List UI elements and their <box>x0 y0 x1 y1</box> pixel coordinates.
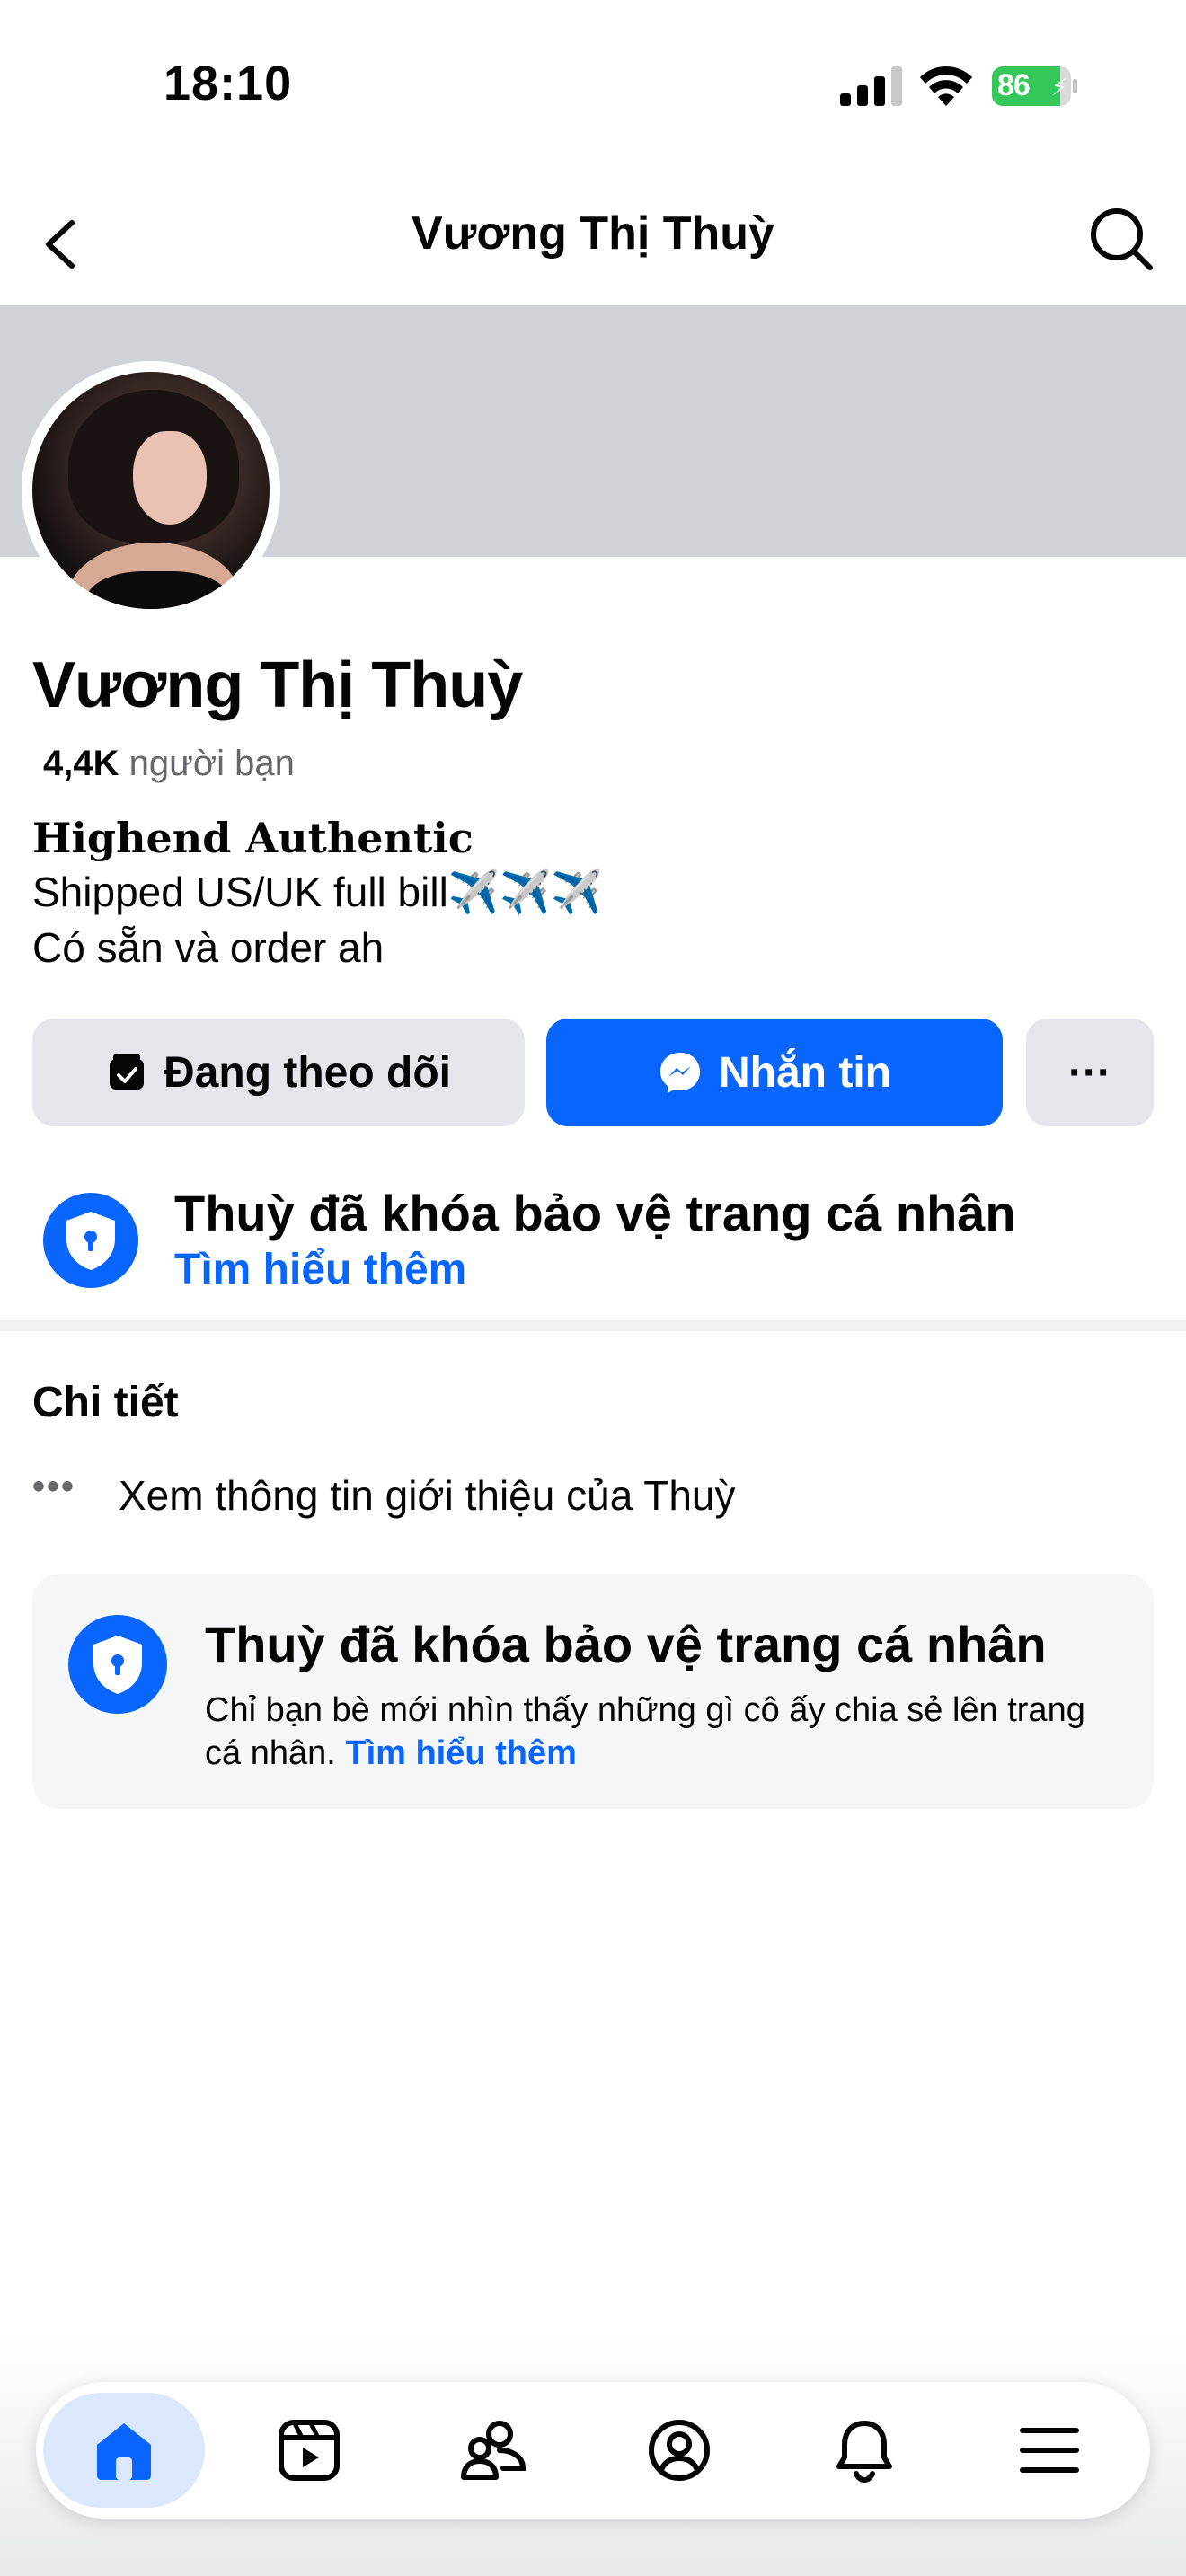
tab-notifications[interactable] <box>783 2393 945 2508</box>
wifi-icon <box>920 66 972 106</box>
tab-profile[interactable] <box>598 2393 760 2508</box>
tab-menu[interactable] <box>969 2393 1130 2508</box>
message-button[interactable]: Nhắn tin <box>546 1019 1003 1126</box>
profile-icon <box>649 2420 710 2481</box>
nav-bar: Vương Thị Thuỳ <box>0 171 1186 305</box>
home-icon <box>97 2423 151 2480</box>
menu-icon <box>1020 2428 1079 2473</box>
page-title: Vương Thị Thuỳ <box>412 207 774 260</box>
bio-title: 𝐇𝐢𝐠𝐡𝐞𝐧𝐝 𝐀𝐮𝐭𝐡𝐞𝐧𝐭𝐢𝐜 <box>32 814 474 862</box>
tab-friends[interactable] <box>413 2393 575 2508</box>
video-icon <box>279 2420 340 2481</box>
details-heading: Chi tiết <box>32 1379 179 1426</box>
bio-line-2: Có sẵn và order ah <box>32 924 385 971</box>
battery-level: 86 <box>997 68 1031 102</box>
learn-more-link[interactable]: Tìm hiểu thêm <box>345 1734 577 1772</box>
battery-icon: 86 ⚡ <box>992 66 1077 106</box>
status-time: 18:10 <box>164 57 293 110</box>
more-options-button[interactable]: ··· <box>1026 1019 1154 1126</box>
tab-home[interactable] <box>43 2393 205 2508</box>
status-bar: 18:10 86 ⚡ <box>0 0 1186 171</box>
cellular-signal-icon <box>840 66 902 106</box>
following-check-icon <box>110 1054 145 1090</box>
bio-line-1: Shipped US/UK full bill✈️✈️✈️ <box>32 868 603 917</box>
about-info-row[interactable]: ••• Xem thông tin giới thiệu của Thuỳ <box>32 1464 1154 1527</box>
profile-name: Vương Thị Thuỳ <box>32 649 523 721</box>
about-info-label: Xem thông tin giới thiệu của Thuỳ <box>119 1472 736 1519</box>
following-button[interactable]: Đang theo dõi <box>32 1019 525 1126</box>
lock-card-text: Chỉ bạn bè mới nhìn thấy những gì cô ấy … <box>205 1689 1103 1775</box>
tab-video[interactable] <box>228 2393 390 2508</box>
friends-count[interactable]: 4,4K người bạn <box>43 744 295 784</box>
shield-icon <box>43 1193 138 1288</box>
tab-bar <box>36 2382 1150 2519</box>
friends-label: người bạn <box>128 744 295 783</box>
message-button-label: Nhắn tin <box>719 1048 891 1097</box>
more-dots-icon: ··· <box>1068 1048 1111 1097</box>
profile-lock-card: Thuỳ đã khóa bảo vệ trang cá nhân Chỉ bạ… <box>32 1574 1154 1809</box>
search-icon[interactable] <box>1085 203 1157 275</box>
friends-count-value: 4,4K <box>43 744 119 783</box>
learn-more-link[interactable]: Tìm hiểu thêm <box>174 1245 466 1294</box>
bell-icon <box>836 2421 892 2483</box>
airplane-emoji: ✈️✈️✈️ <box>447 869 603 915</box>
lock-card-description: Chỉ bạn bè mới nhìn thấy những gì cô ấy … <box>205 1691 1085 1772</box>
following-button-label: Đang theo dõi <box>164 1048 451 1097</box>
shield-icon <box>68 1615 167 1714</box>
profile-lock-notice: Thuỳ đã khóa bảo vệ trang cá nhân Tìm hi… <box>0 1168 1186 1319</box>
bio-line-1-text: Shipped US/UK full bill <box>32 869 448 915</box>
avatar[interactable] <box>32 372 270 609</box>
messenger-icon <box>660 1053 700 1093</box>
section-divider <box>0 1320 1186 1331</box>
more-dots-icon: ••• <box>32 1466 76 1506</box>
friends-icon <box>461 2421 527 2480</box>
lock-card-title: Thuỳ đã khóa bảo vệ trang cá nhân <box>205 1616 1047 1672</box>
lock-notice-title: Thuỳ đã khóa bảo vệ trang cá nhân <box>174 1185 1016 1241</box>
charging-bolt-icon: ⚡ <box>1051 74 1068 101</box>
